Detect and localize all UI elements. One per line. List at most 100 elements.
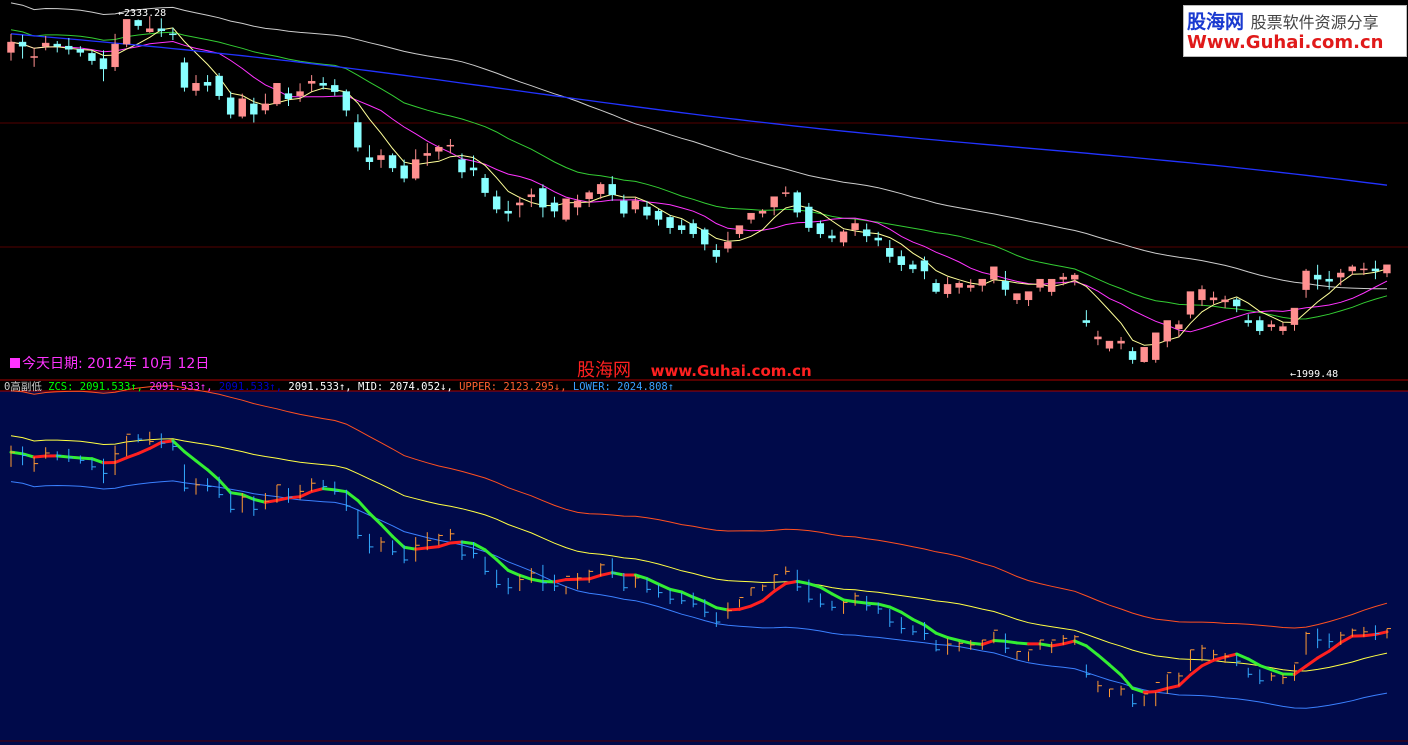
logo-brand-row: 股海网 股票软件资源分享 <box>1187 7 1379 34</box>
candle-up <box>747 212 755 220</box>
candle-down <box>608 184 616 195</box>
candle-down <box>492 196 501 210</box>
candle-up <box>261 103 270 111</box>
candle-up <box>423 153 431 156</box>
candle-down <box>620 200 628 214</box>
candle-up <box>1117 340 1125 344</box>
candle-up <box>41 42 50 47</box>
candle-down <box>169 33 177 36</box>
candle-down <box>1128 351 1137 360</box>
zcs-segment <box>55 454 71 459</box>
candle-up <box>516 202 524 206</box>
candle-down <box>250 103 258 115</box>
zcs-segment <box>321 487 337 492</box>
indicator-value-4: 2091.533↑, <box>288 381 352 393</box>
logo-brand: 股海网 <box>1187 11 1245 33</box>
candle-up <box>1186 291 1195 315</box>
zcs-segment <box>992 638 1007 643</box>
candle-down <box>1325 278 1333 282</box>
candle-up <box>1071 274 1079 280</box>
zcs-segment <box>1015 641 1031 646</box>
candle-up <box>1013 293 1021 301</box>
zcs-segment <box>1038 642 1054 648</box>
candle-up <box>978 278 986 286</box>
candle-down <box>388 155 397 169</box>
candle-down <box>319 83 327 86</box>
candle-down <box>203 82 212 86</box>
candle-up <box>146 28 154 33</box>
zcs-segment <box>448 540 464 545</box>
candle-up <box>30 56 38 58</box>
candle-up <box>1360 268 1368 271</box>
zcs-segment <box>78 456 94 461</box>
candle-down <box>862 229 871 237</box>
candle-down <box>134 20 142 26</box>
zcs-segment <box>853 600 869 605</box>
site-logo[interactable]: 股海网 股票软件资源分享 Www.Guhai.com.cn <box>1183 5 1407 57</box>
logo-url: Www.Guhai.com.cn <box>1187 32 1384 53</box>
zcs-segment <box>414 546 429 551</box>
indicator-value-2: 2091.533↑, <box>149 381 213 393</box>
candle-up <box>435 146 443 152</box>
indicator-value-3: 2091.533↑, <box>218 381 283 393</box>
zcs-segment <box>159 439 175 444</box>
candle-down <box>65 45 73 50</box>
zcs-segment <box>1050 642 1065 648</box>
magenta-square-icon <box>10 358 20 368</box>
candle-up <box>735 225 744 235</box>
zcs-segment <box>726 607 741 612</box>
indicator-title-bar[interactable]: 0高副低 ZCS: 2091.533↑, 2091.533↑, 2091.533… <box>4 379 674 394</box>
candle-up <box>1163 320 1171 342</box>
candle-down <box>1082 320 1091 323</box>
candle-up <box>1302 270 1310 290</box>
candle-up <box>839 231 848 243</box>
candle-down <box>701 229 709 245</box>
candle-up <box>724 241 732 249</box>
zcs-segment <box>460 540 476 546</box>
candle-up <box>967 285 975 288</box>
candle-down <box>331 85 339 92</box>
candle-up <box>1337 272 1345 278</box>
watermark-cn: 股海网 <box>577 360 631 381</box>
zcs-segment <box>229 491 244 496</box>
zcs-segment <box>865 601 880 606</box>
candle-down <box>400 165 408 179</box>
candle-up <box>1094 336 1102 340</box>
candle-up <box>1105 340 1114 349</box>
candle-down <box>469 167 478 171</box>
candle-down <box>677 225 686 230</box>
candle-up <box>631 200 640 210</box>
candle-down <box>1256 320 1264 332</box>
candle-up <box>1209 297 1218 301</box>
candle-down <box>805 206 813 228</box>
zcs-segment <box>425 545 441 550</box>
candle-up <box>111 43 119 68</box>
candle-down <box>932 283 940 292</box>
candle-down <box>1244 320 1252 323</box>
candle-down <box>53 43 61 47</box>
candle-down <box>1001 281 1010 290</box>
candle-up <box>377 155 385 160</box>
candle-up <box>192 83 200 91</box>
candle-up <box>296 91 304 96</box>
indicator-value-upper: UPPER: 2123.295↓, <box>459 381 567 393</box>
candle-down <box>504 210 512 214</box>
zcs-segment <box>1142 690 1158 694</box>
candle-down <box>458 159 466 173</box>
indicator-name: 0高副低 <box>4 381 42 393</box>
candle-down <box>481 177 489 193</box>
candle-up <box>1198 289 1206 301</box>
candle-up <box>1140 347 1148 362</box>
candle-up <box>1059 276 1067 280</box>
logo-slogan: 股票软件资源分享 <box>1250 13 1379 32</box>
zcs-segment <box>842 598 857 604</box>
candle-up <box>1279 326 1287 331</box>
candle-down <box>643 206 651 216</box>
indicator-panel-bg <box>0 391 1408 745</box>
candle-down <box>1371 268 1380 272</box>
candle-up <box>990 266 998 280</box>
indicator-value-zcs: ZCS: 2091.533↑, <box>48 381 143 393</box>
candle-up <box>307 81 316 84</box>
candle-down <box>897 256 906 265</box>
candle-up <box>1267 324 1276 327</box>
